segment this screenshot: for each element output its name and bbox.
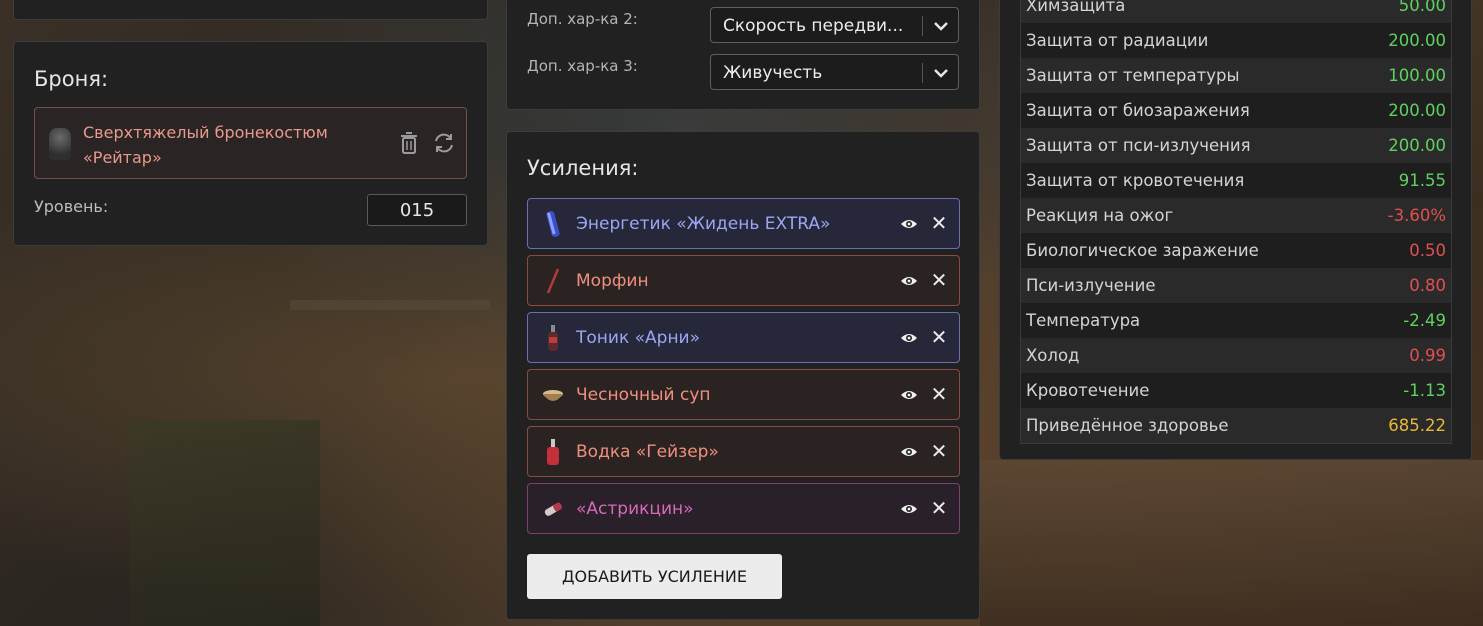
- extra-stat-3-label: Доп. хар-ка 3:: [527, 57, 638, 75]
- syringe-icon: [542, 266, 564, 296]
- stat-value: -3.60%: [1387, 206, 1446, 225]
- boost-name: «Астрикцин»: [576, 499, 694, 519]
- stat-name: Реакция на ожог: [1026, 206, 1174, 225]
- armor-panel: Броня: Сверхтяжелый бронекостюм «Рейтар»…: [13, 41, 488, 246]
- stat-value: -2.49: [1403, 311, 1446, 330]
- stat-row: Приведённое здоровье 685.22: [1021, 408, 1451, 443]
- extra-stats-panel: Доп. хар-ка 2: Скорость передви... Доп. …: [506, 0, 980, 110]
- eye-icon[interactable]: [900, 444, 918, 460]
- boosts-panel: Усиления: Энергетик «Жидень EXTRA» ✕ Морфи…: [506, 131, 980, 620]
- boosts-title: Усиления:: [527, 156, 639, 180]
- soup-icon: [542, 380, 564, 410]
- armor-suit-icon: [49, 128, 71, 160]
- select-divider: [922, 16, 923, 36]
- tonic-bottle-icon: [542, 323, 564, 353]
- injector-icon: [542, 494, 564, 524]
- stat-name: Пси-излучение: [1026, 276, 1156, 295]
- stat-row: Защита от биозаражения 200.00: [1021, 93, 1451, 128]
- armor-item-card[interactable]: Сверхтяжелый бронекостюм «Рейтар»: [34, 107, 467, 179]
- stat-row: Защита от кровотечения 91.55: [1021, 163, 1451, 198]
- boost-name: Морфин: [576, 271, 649, 291]
- boost-item[interactable]: Морфин ✕: [527, 255, 960, 306]
- stat-value: 0.50: [1409, 241, 1446, 260]
- stat-row: Защита от температуры 100.00: [1021, 58, 1451, 93]
- level-label: Уровень:: [34, 197, 109, 216]
- stat-name: Защита от биозаражения: [1026, 101, 1250, 120]
- eye-icon[interactable]: [900, 216, 918, 232]
- boost-name: Водка «Гейзер»: [576, 442, 719, 462]
- stat-name: Кровотечение: [1026, 381, 1150, 400]
- stat-name: Холод: [1026, 346, 1080, 365]
- stat-value: 685.22: [1388, 416, 1446, 435]
- armor-item-name: Сверхтяжелый бронекостюм «Рейтар»: [83, 123, 328, 167]
- boost-item[interactable]: «Астрикцин» ✕: [527, 483, 960, 534]
- stat-value: 200.00: [1388, 101, 1446, 120]
- stat-value: 0.99: [1409, 346, 1446, 365]
- background-shelf: [290, 300, 490, 310]
- stat-name: Защита от кровотечения: [1026, 171, 1245, 190]
- stat-value: 91.55: [1398, 171, 1446, 190]
- stat-row: Защита от радиации 200.00: [1021, 23, 1451, 58]
- stat-row: Кровотечение -1.13: [1021, 373, 1451, 408]
- stat-value: 50.00: [1398, 0, 1446, 15]
- chevron-down-icon: [932, 18, 950, 34]
- boost-name: Чесночный суп: [576, 385, 711, 405]
- stat-row: Температура -2.49: [1021, 303, 1451, 338]
- stat-value: 100.00: [1388, 66, 1446, 85]
- refresh-icon[interactable]: [432, 131, 454, 155]
- chevron-down-icon: [932, 65, 950, 81]
- stat-row: Пси-излучение 0.80: [1021, 268, 1451, 303]
- extra-stat-2-value: Скорость передви...: [723, 16, 904, 36]
- stat-name: Биологическое заражение: [1026, 241, 1259, 260]
- boost-item[interactable]: Тоник «Арни» ✕: [527, 312, 960, 363]
- stat-name: Температура: [1026, 311, 1141, 330]
- energy-drink-icon: [542, 209, 564, 239]
- stat-name: Защита от радиации: [1026, 31, 1209, 50]
- add-boost-button[interactable]: ДОБАВИТЬ УСИЛЕНИЕ: [527, 554, 782, 599]
- eye-icon[interactable]: [900, 501, 918, 517]
- extra-stat-2-select[interactable]: Скорость передви...: [710, 7, 959, 43]
- extra-stat-3-value: Живучесть: [723, 63, 823, 83]
- close-icon[interactable]: ✕: [930, 497, 948, 519]
- trash-icon[interactable]: [398, 131, 420, 155]
- stat-name: Защита от температуры: [1026, 66, 1240, 85]
- stat-name: Защита от пси-излучения: [1026, 136, 1251, 155]
- background-crate: [130, 420, 320, 626]
- stat-name: Приведённое здоровье: [1026, 416, 1229, 435]
- stat-name: Химзащита: [1026, 0, 1126, 15]
- extra-stat-3-select[interactable]: Живучесть: [710, 54, 959, 90]
- close-icon[interactable]: ✕: [930, 326, 948, 348]
- stat-row: Реакция на ожог -3.60%: [1021, 198, 1451, 233]
- stat-row: Химзащита 50.00: [1021, 0, 1451, 23]
- boost-item[interactable]: Водка «Гейзер» ✕: [527, 426, 960, 477]
- stat-row: Защита от пси-излучения 200.00: [1021, 128, 1451, 163]
- boost-name: Энергетик «Жидень EXTRA»: [576, 214, 831, 234]
- stat-value: -1.13: [1403, 381, 1446, 400]
- boost-item[interactable]: Чесночный суп ✕: [527, 369, 960, 420]
- stat-value: 200.00: [1388, 31, 1446, 50]
- boost-name: Тоник «Арни»: [576, 328, 701, 348]
- stat-row: Холод 0.99: [1021, 338, 1451, 373]
- level-input[interactable]: [367, 194, 467, 226]
- close-icon[interactable]: ✕: [930, 383, 948, 405]
- eye-icon[interactable]: [900, 330, 918, 346]
- close-icon[interactable]: ✕: [930, 212, 948, 234]
- eye-icon[interactable]: [900, 273, 918, 289]
- eye-icon[interactable]: [900, 387, 918, 403]
- stat-row: Биологическое заражение 0.50: [1021, 233, 1451, 268]
- armor-title: Броня:: [34, 67, 109, 91]
- close-icon[interactable]: ✕: [930, 269, 948, 291]
- stat-value: 200.00: [1388, 136, 1446, 155]
- extra-stat-2-label: Доп. хар-ка 2:: [527, 10, 638, 28]
- select-divider: [922, 63, 923, 83]
- stats-table: Химзащита 50.00 Защита от радиации 200.00 За…: [1020, 0, 1452, 444]
- boost-item[interactable]: Энергетик «Жидень EXTRA» ✕: [527, 198, 960, 249]
- weapon-panel-bottom: [13, 0, 488, 20]
- vodka-bottle-icon: [542, 437, 564, 467]
- stat-value: 0.80: [1409, 276, 1446, 295]
- stats-panel: Химзащита 50.00 Защита от радиации 200.00 За…: [999, 0, 1472, 460]
- background-table: [980, 460, 1483, 626]
- close-icon[interactable]: ✕: [930, 440, 948, 462]
